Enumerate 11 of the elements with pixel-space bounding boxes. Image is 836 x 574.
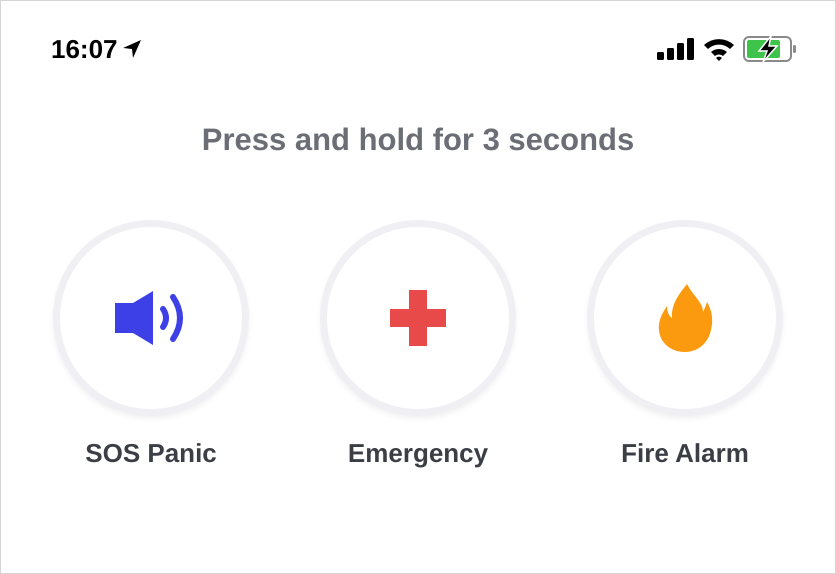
- instruction-text: Press and hold for 3 seconds: [202, 121, 634, 159]
- alarm-label: SOS Panic: [85, 436, 217, 470]
- signal-icon: [657, 38, 695, 60]
- battery-charging-icon: [743, 36, 797, 62]
- location-arrow-icon: [122, 39, 142, 59]
- status-time: 16:07: [51, 32, 118, 66]
- wifi-icon: [703, 37, 735, 61]
- alarm-label: Fire Alarm: [621, 436, 749, 470]
- cross-icon: [388, 288, 448, 348]
- flame-icon: [657, 282, 713, 354]
- alarm-label: Emergency: [348, 436, 488, 470]
